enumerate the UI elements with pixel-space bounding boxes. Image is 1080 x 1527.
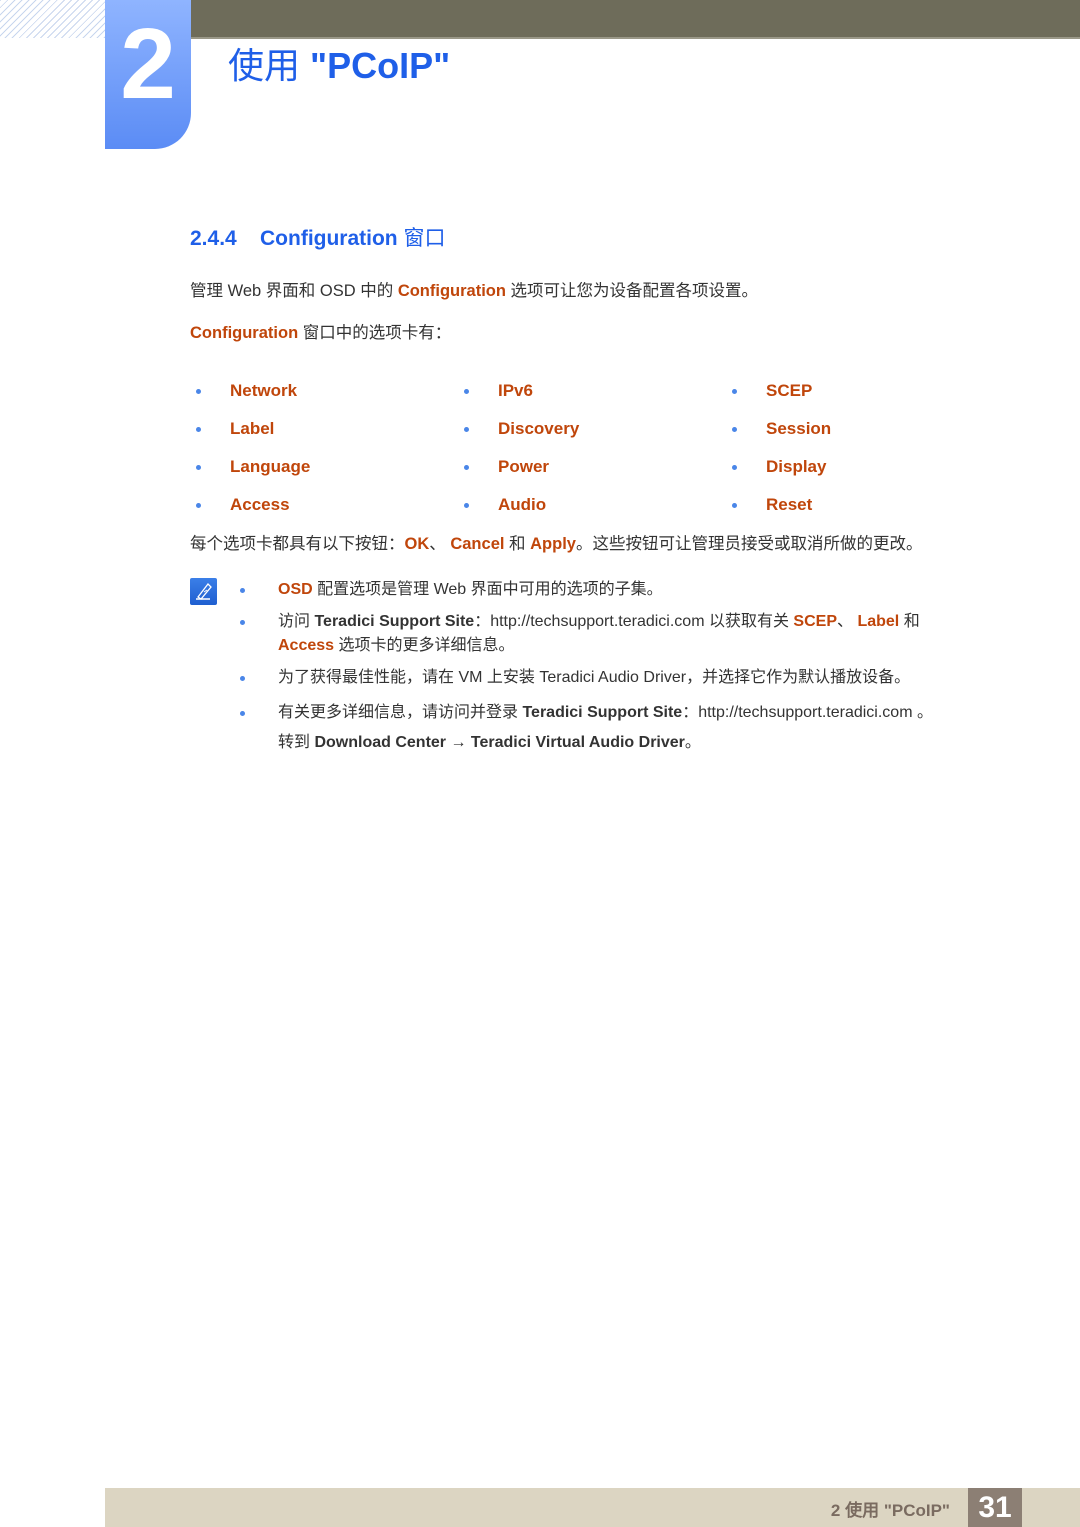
highlight-term: OSD [278,581,313,598]
highlight-term: SCEP [793,613,837,630]
bullet-icon [240,620,245,625]
list-item: IPv6 [458,372,726,410]
tab-name: Discovery [498,419,580,438]
list-item: Reset [726,486,926,524]
text: 为了获得最佳性能，请在 VM 上安装 Teradici Audio Driver… [278,669,911,686]
note-item: 为了获得最佳性能，请在 VM 上安装 Teradici Audio Driver… [240,666,1020,690]
text: 窗口中的选项卡有： [298,324,452,342]
tab-name: Display [766,457,827,476]
bullet-icon [240,588,245,593]
highlight-term: Label [857,613,900,630]
text: ：http://techsupport.teradici.com 。 [682,704,933,721]
list-item: Power [458,448,726,486]
apply-term: Apply [530,535,576,553]
bullet-icon [196,388,201,394]
cancel-term: Cancel [450,535,505,553]
chapter-title-cjk: 使用 [228,45,311,86]
tab-name: Label [230,419,275,438]
bullet-icon [464,502,469,508]
intro-paragraph: 管理 Web 界面和 OSD 中的 Configuration 选项可让您为设备… [190,277,758,301]
tab-name: Reset [766,495,813,514]
tab-name: Network [230,381,298,400]
buttons-paragraph: 每个选项卡都具有以下按钮：OK、 Cancel 和 Apply。这些按钮可让管理… [190,530,922,554]
list-item: Audio [458,486,726,524]
section-title-suffix: 窗口 [403,227,446,250]
text: 、 [837,613,858,630]
bullet-icon [464,388,469,394]
note-item: 有关更多详细信息，请访问并登录 Teradici Support Site：ht… [240,698,1020,758]
decorative-hatch [0,0,105,38]
bullet-icon [732,426,737,432]
footer-chapter: 2 使用 "PCoIP" [831,1496,950,1521]
list-item: Network [190,372,458,410]
notes-list: OSD 配置选项是管理 Web 界面中可用的选项的子集。 访问 Teradici… [240,578,1020,766]
chapter-number: 2 [120,8,176,120]
chapter-title: 使用 "PCoIP" [228,44,450,88]
bullet-icon [240,711,245,716]
support-site-term: Teradici Support Site [522,704,683,721]
bullet-icon [240,676,245,681]
text: 选项可让您为设备配置各项设置。 [505,282,759,300]
bullet-icon [196,464,201,470]
tab-name: SCEP [766,381,813,400]
text: 。 [684,734,701,751]
tabs-intro: Configuration 窗口中的选项卡有： [190,319,451,343]
list-item: Label [190,410,458,448]
text: 和 [899,613,920,630]
support-site-term: Teradici Support Site [314,613,475,630]
list-item: Display [726,448,926,486]
tab-name: Power [498,457,550,476]
text: 访问 [278,613,315,630]
text: ：http://techsupport.teradici.com 以获取有关 [474,613,794,630]
tab-name: Access [230,495,290,514]
text: 选项卡的更多详细信息。 [334,637,515,654]
text: 每个选项卡都具有以下按钮： [190,535,405,553]
list-item: Discovery [458,410,726,448]
download-center-term: Download Center [314,734,447,751]
note-pencil-icon [190,578,217,605]
tabs-list: Network IPv6 SCEP Label Discovery Sessio… [190,372,890,524]
list-item: Session [726,410,926,448]
footer-chapter-title: "PCoIP" [883,1501,950,1520]
page-footer: 2 使用 "PCoIP" 31 [105,1488,1080,1527]
tab-name: IPv6 [498,381,533,400]
bullet-icon [732,502,737,508]
highlight-term: Configuration [397,282,506,300]
text: 。这些按钮可让管理员接受或取消所做的更改。 [575,535,923,553]
list-item: Access [190,486,458,524]
bullet-icon [464,426,469,432]
text: 有关更多详细信息，请访问并登录 [278,704,523,721]
bullet-icon [196,426,201,432]
text: 转到 [278,734,315,751]
note-item: OSD 配置选项是管理 Web 界面中可用的选项的子集。 [240,578,1020,602]
chapter-tab: 2 [105,0,191,149]
tab-name: Audio [498,495,547,514]
highlight-term: Configuration [190,324,299,342]
text: 、 [429,535,451,553]
bullet-icon [196,502,201,508]
text: 配置选项是管理 Web 界面中可用的选项的子集。 [312,581,663,598]
chapter-title-bold: "PCoIP" [310,45,451,86]
driver-term: Teradici Virtual Audio Driver [470,734,685,751]
bullet-icon [732,464,737,470]
highlight-term: Access [278,637,335,654]
arrow-icon: → [446,734,471,751]
section-number: 2.4.4 [190,227,237,250]
ok-term: OK [404,535,430,553]
list-item: SCEP [726,372,926,410]
tab-name: Language [230,457,311,476]
bullet-icon [464,464,469,470]
section-title: Configuration [260,227,398,250]
note-item: 访问 Teradici Support Site：http://techsupp… [240,610,1020,658]
bullet-icon [732,388,737,394]
tab-name: Session [766,419,832,438]
section-heading: 2.4.4 Configuration 窗口 [190,222,445,252]
header-bar [190,0,1080,39]
footer-chapter-label: 2 使用 [830,1501,884,1520]
text: 和 [504,535,531,553]
list-item: Language [190,448,458,486]
text: 管理 Web 界面和 OSD 中的 [190,282,398,300]
page-number: 31 [968,1488,1022,1527]
